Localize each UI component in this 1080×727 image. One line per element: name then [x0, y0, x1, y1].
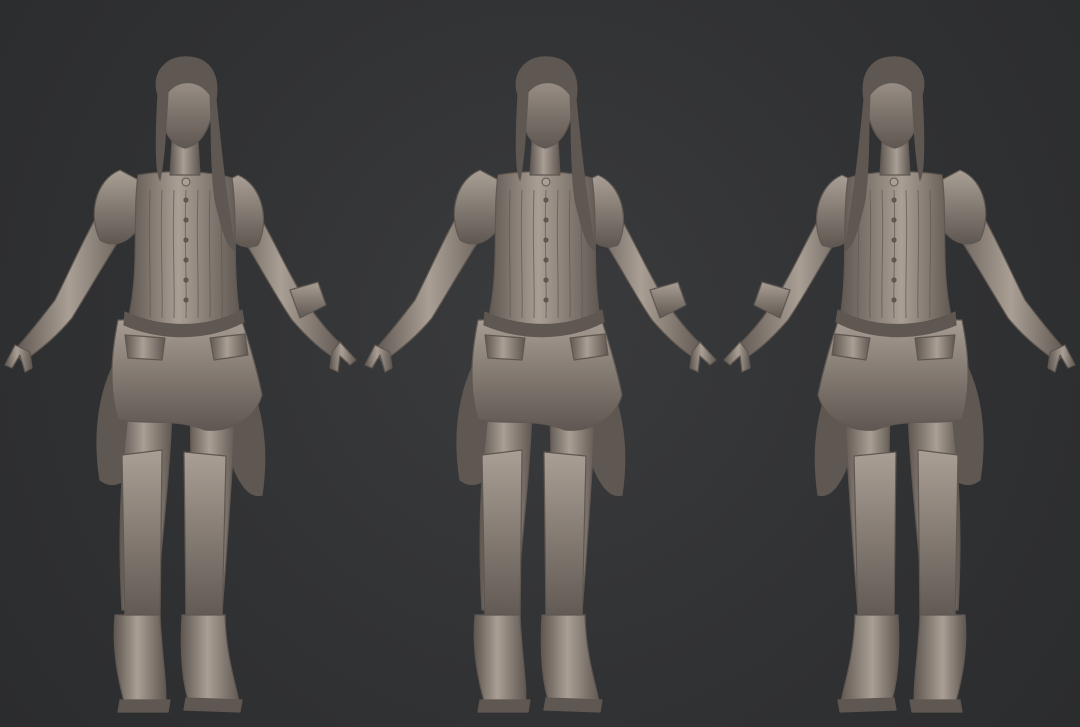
right-boot-sole	[837, 697, 897, 713]
corset-button	[183, 277, 189, 283]
right-boot-top	[543, 451, 587, 623]
right-boot-top	[183, 451, 227, 623]
character-view-three-quarter-left	[0, 0, 360, 727]
right-pocket	[569, 333, 609, 361]
corset-button	[891, 237, 897, 243]
right-boot	[180, 614, 241, 709]
corset-button	[543, 197, 549, 203]
corset-button	[543, 277, 549, 283]
right-boot	[839, 614, 900, 709]
left-boot-top	[917, 449, 959, 623]
corset-button	[183, 197, 189, 203]
right-boot	[540, 614, 601, 709]
left-boot	[913, 614, 967, 709]
left-boot-top	[481, 449, 523, 623]
corset-button	[543, 217, 549, 223]
right-boot-top	[853, 451, 897, 623]
left-boot	[473, 614, 527, 709]
right-pocket	[209, 333, 249, 361]
left-boot-sole	[117, 699, 171, 713]
right-boot-sole	[183, 697, 243, 713]
right-boot-sole	[543, 697, 603, 713]
corset-button	[183, 237, 189, 243]
corset-button	[891, 277, 897, 283]
corset-button	[891, 197, 897, 203]
left-boot-sole	[477, 699, 531, 713]
left-boot-top	[121, 449, 163, 623]
clay-figure-svg	[723, 56, 1076, 713]
corset-button	[543, 257, 549, 263]
corset-button	[891, 257, 897, 263]
left-pocket	[914, 334, 956, 361]
corset-button	[543, 237, 549, 243]
left-boot	[113, 614, 167, 709]
corset-button	[183, 217, 189, 223]
character-view-front	[360, 0, 720, 727]
clay-figure-svg	[4, 56, 357, 713]
necklace-pendant	[889, 177, 899, 187]
corset-button	[891, 297, 897, 303]
corset-button	[543, 297, 549, 303]
left-pocket	[124, 334, 166, 361]
corset-button	[891, 217, 897, 223]
character-view-three-quarter-right	[720, 0, 1080, 727]
right-pocket	[831, 333, 871, 361]
corset-button	[183, 297, 189, 303]
left-boot-sole	[909, 699, 963, 713]
sculpt-viewport	[0, 0, 1080, 727]
corset-button	[183, 257, 189, 263]
necklace-pendant	[181, 177, 191, 187]
left-pocket	[484, 334, 526, 361]
clay-figure-svg	[364, 56, 717, 713]
necklace-pendant	[541, 177, 551, 187]
